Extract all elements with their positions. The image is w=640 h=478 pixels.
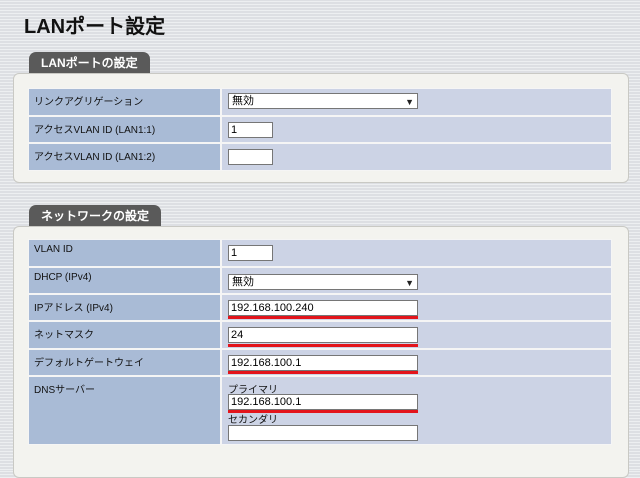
ip-address-input[interactable]: 192.168.100.240: [228, 300, 418, 316]
highlight-underline: [228, 316, 418, 319]
dhcp-label: DHCP (IPv4): [29, 268, 220, 293]
section-tab-network: ネットワークの設定: [29, 205, 162, 227]
row-netmask: ネットマスク 24: [28, 321, 612, 349]
vlan-id-input[interactable]: 1: [228, 245, 273, 261]
access-vlan-1-input[interactable]: 1: [228, 122, 273, 138]
section-tab-lan-port: LANポートの設定: [29, 52, 150, 74]
row-dhcp: DHCP (IPv4) 無効 ▼: [28, 267, 612, 294]
dhcp-select[interactable]: 無効 ▼: [228, 274, 418, 290]
network-panel: VLAN ID 1 DHCP (IPv4) 無効 ▼ IPアドレス (IPv4)…: [13, 226, 629, 478]
access-vlan-1-label: アクセスVLAN ID (LAN1:1): [29, 117, 220, 142]
page-title: LANポート設定: [24, 16, 166, 38]
row-link-aggregation: リンクアグリゲーション 無効 ▼: [28, 88, 612, 116]
link-aggregation-select-value: 無効: [232, 95, 254, 107]
chevron-down-icon: ▼: [405, 278, 414, 288]
highlight-underline: [228, 344, 418, 347]
row-vlan-id: VLAN ID 1: [28, 239, 612, 267]
lan-port-panel: リンクアグリゲーション 無効 ▼ アクセスVLAN ID (LAN1:1) 1 …: [13, 73, 629, 183]
netmask-input[interactable]: 24: [228, 327, 418, 343]
row-default-gateway: デフォルトゲートウェイ 192.168.100.1: [28, 349, 612, 376]
link-aggregation-label: リンクアグリゲーション: [29, 89, 220, 115]
access-vlan-2-label: アクセスVLAN ID (LAN1:2): [29, 144, 220, 170]
row-access-vlan-2: アクセスVLAN ID (LAN1:2): [28, 143, 612, 171]
row-dns-server: DNSサーバー プライマリ 192.168.100.1 セカンダリ: [28, 376, 612, 445]
default-gateway-input[interactable]: 192.168.100.1: [228, 355, 418, 371]
netmask-label: ネットマスク: [29, 322, 220, 348]
chevron-down-icon: ▼: [405, 97, 414, 107]
dhcp-select-value: 無効: [232, 276, 254, 288]
network-table: VLAN ID 1 DHCP (IPv4) 無効 ▼ IPアドレス (IPv4)…: [28, 239, 612, 445]
vlan-id-label: VLAN ID: [29, 240, 220, 266]
access-vlan-2-input[interactable]: [228, 149, 273, 165]
link-aggregation-select[interactable]: 無効 ▼: [228, 93, 418, 109]
dns-primary-input[interactable]: 192.168.100.1: [228, 394, 418, 410]
highlight-underline: [228, 371, 418, 374]
dns-server-label: DNSサーバー: [29, 377, 220, 444]
row-ip-address: IPアドレス (IPv4) 192.168.100.240: [28, 294, 612, 321]
dns-secondary-label: セカンダリ: [228, 415, 278, 426]
default-gateway-label: デフォルトゲートウェイ: [29, 350, 220, 375]
lan-port-table: リンクアグリゲーション 無効 ▼ アクセスVLAN ID (LAN1:1) 1 …: [28, 88, 612, 171]
ip-address-label: IPアドレス (IPv4): [29, 295, 220, 320]
dns-secondary-input[interactable]: [228, 425, 418, 441]
row-access-vlan-1: アクセスVLAN ID (LAN1:1) 1: [28, 116, 612, 143]
